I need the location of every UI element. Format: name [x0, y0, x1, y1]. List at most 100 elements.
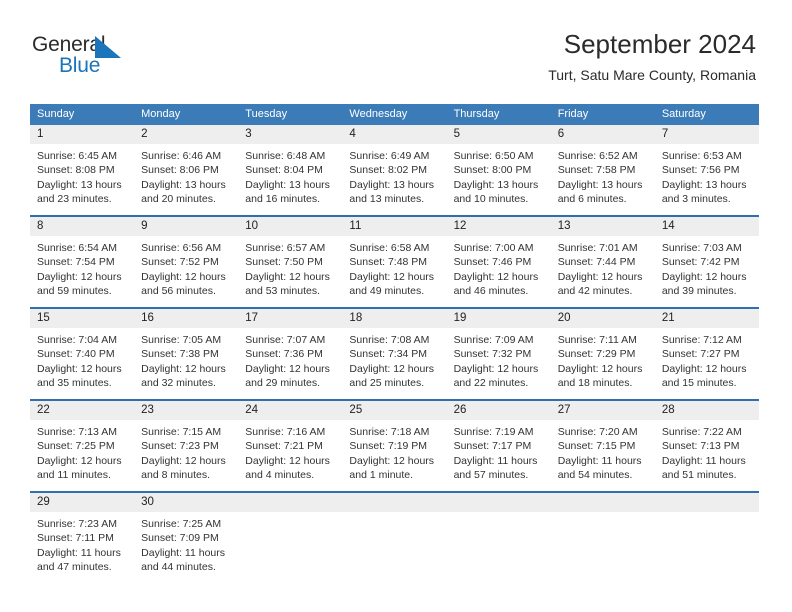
- day-number[interactable]: 26: [447, 401, 551, 420]
- sunrise-text: Sunrise: 6:46 AM: [141, 150, 222, 162]
- sunrise-text: Sunrise: 7:00 AM: [453, 242, 534, 254]
- day-cell[interactable]: Sunrise: 6:48 AM Sunset: 8:04 PM Daylight:…: [238, 144, 342, 215]
- day-number[interactable]: 12: [447, 217, 551, 236]
- daylight-text: Daylight: 12 hours and 59 minutes.: [37, 270, 122, 297]
- general-blue-logo[interactable]: General Blue: [32, 34, 152, 80]
- sunrise-text: Sunrise: 6:58 AM: [349, 242, 430, 254]
- day-number[interactable]: 5: [447, 125, 551, 144]
- day-number[interactable]: 18: [342, 309, 446, 328]
- detail-band: Sunrise: 6:54 AM Sunset: 7:54 PM Daylight:…: [30, 236, 759, 307]
- sunrise-text: Sunrise: 6:56 AM: [141, 242, 222, 254]
- day-number[interactable]: 29: [30, 493, 134, 512]
- day-number[interactable]: 7: [655, 125, 759, 144]
- sunset-text: Sunset: 8:00 PM: [453, 164, 532, 177]
- day-number[interactable]: 2: [134, 125, 238, 144]
- day-cell[interactable]: Sunrise: 7:11 AM Sunset: 7:29 PM Daylight:…: [551, 328, 655, 399]
- day-number[interactable]: 6: [551, 125, 655, 144]
- day-cell[interactable]: Sunrise: 6:45 AM Sunset: 8:08 PM Daylight:…: [30, 144, 134, 215]
- day-cell[interactable]: Sunrise: 6:46 AM Sunset: 8:06 PM Daylight:…: [134, 144, 238, 215]
- day-cell[interactable]: Sunrise: 7:07 AM Sunset: 7:36 PM Daylight:…: [238, 328, 342, 399]
- day-number[interactable]: 30: [134, 493, 238, 512]
- daylight-text: Daylight: 11 hours and 44 minutes.: [141, 546, 225, 573]
- day-cell[interactable]: Sunrise: 7:05 AM Sunset: 7:38 PM Daylight:…: [134, 328, 238, 399]
- day-cell[interactable]: Sunrise: 7:18 AM Sunset: 7:19 PM Daylight:…: [342, 420, 446, 491]
- day-cell[interactable]: Sunrise: 6:49 AM Sunset: 8:02 PM Daylight:…: [342, 144, 446, 215]
- day-cell[interactable]: Sunrise: 7:25 AM Sunset: 7:09 PM Daylight:…: [134, 512, 238, 583]
- day-cell[interactable]: Sunrise: 7:03 AM Sunset: 7:42 PM Daylight:…: [655, 236, 759, 307]
- day-cell[interactable]: Sunrise: 7:22 AM Sunset: 7:13 PM Daylight:…: [655, 420, 759, 491]
- daylight-text: Daylight: 12 hours and 4 minutes.: [245, 454, 330, 481]
- page-header: General Blue September 2024 Turt, Satu M…: [0, 0, 792, 83]
- day-cell[interactable]: Sunrise: 7:13 AM Sunset: 7:25 PM Daylight:…: [30, 420, 134, 491]
- sunset-text: Sunset: 7:50 PM: [245, 256, 323, 269]
- day-cell[interactable]: Sunrise: 7:12 AM Sunset: 7:27 PM Daylight:…: [655, 328, 759, 399]
- sunrise-text: Sunrise: 7:19 AM: [453, 426, 534, 438]
- day-number[interactable]: 16: [134, 309, 238, 328]
- day-number: [238, 493, 342, 512]
- sunset-text: Sunset: 7:09 PM: [141, 532, 219, 545]
- day-number[interactable]: 10: [238, 217, 342, 236]
- day-cell[interactable]: Sunrise: 7:23 AM Sunset: 7:11 PM Daylight:…: [30, 512, 134, 583]
- sunrise-text: Sunrise: 7:23 AM: [37, 518, 117, 530]
- day-cell[interactable]: Sunrise: 7:08 AM Sunset: 7:34 PM Daylight:…: [342, 328, 446, 399]
- day-cell[interactable]: Sunrise: 7:01 AM Sunset: 7:44 PM Daylight:…: [551, 236, 655, 307]
- sunset-text: Sunset: 7:13 PM: [661, 440, 740, 453]
- sunset-text: Sunset: 7:15 PM: [557, 440, 636, 453]
- day-cell[interactable]: Sunrise: 6:58 AM Sunset: 7:48 PM Daylight:…: [342, 236, 446, 307]
- sunset-text: Sunset: 7:36 PM: [245, 348, 323, 361]
- day-number[interactable]: 11: [342, 217, 446, 236]
- calendar-week-row: 8 9 10 11 12 13 14 Sunrise: 6:54 AM Sunset: 7:54…: [30, 215, 759, 307]
- day-cell[interactable]: Sunrise: 6:50 AM Sunset: 8:00 PM Daylight:…: [447, 144, 551, 215]
- detail-band: Sunrise: 7:13 AM Sunset: 7:25 PM Daylight:…: [30, 420, 759, 491]
- day-cell[interactable]: Sunrise: 6:57 AM Sunset: 7:50 PM Daylight:…: [238, 236, 342, 307]
- day-number[interactable]: 17: [238, 309, 342, 328]
- weekday-header-wednesday: Wednesday: [349, 108, 408, 120]
- day-number[interactable]: 3: [238, 125, 342, 144]
- day-number[interactable]: 15: [30, 309, 134, 328]
- day-cell[interactable]: Sunrise: 7:00 AM Sunset: 7:46 PM Daylight:…: [447, 236, 551, 307]
- sunrise-text: Sunrise: 7:08 AM: [349, 334, 430, 346]
- daylight-text: Daylight: 12 hours and 15 minutes.: [661, 362, 747, 389]
- day-number[interactable]: 9: [134, 217, 238, 236]
- daylight-text: Daylight: 13 hours and 10 minutes.: [453, 178, 539, 205]
- day-cell[interactable]: Sunrise: 7:15 AM Sunset: 7:23 PM Daylight:…: [134, 420, 238, 491]
- day-number[interactable]: 20: [551, 309, 655, 328]
- sunset-text: Sunset: 7:52 PM: [141, 256, 219, 269]
- sunrise-text: Sunrise: 7:09 AM: [453, 334, 534, 346]
- day-number[interactable]: 28: [655, 401, 759, 420]
- day-cell[interactable]: Sunrise: 6:52 AM Sunset: 7:58 PM Daylight:…: [551, 144, 655, 215]
- day-cell[interactable]: Sunrise: 7:04 AM Sunset: 7:40 PM Daylight:…: [30, 328, 134, 399]
- day-cell[interactable]: Sunrise: 7:19 AM Sunset: 7:17 PM Daylight:…: [447, 420, 551, 491]
- daylight-text: Daylight: 13 hours and 6 minutes.: [557, 178, 643, 205]
- day-cell[interactable]: Sunrise: 7:16 AM Sunset: 7:21 PM Daylight:…: [238, 420, 342, 491]
- day-number[interactable]: 27: [551, 401, 655, 420]
- day-number[interactable]: 23: [134, 401, 238, 420]
- day-cell[interactable]: Sunrise: 6:53 AM Sunset: 7:56 PM Daylight:…: [655, 144, 759, 215]
- daylight-text: Daylight: 12 hours and 39 minutes.: [661, 270, 747, 297]
- daylight-text: Daylight: 12 hours and 25 minutes.: [349, 362, 435, 389]
- sunset-text: Sunset: 8:06 PM: [141, 164, 219, 177]
- day-number[interactable]: 8: [30, 217, 134, 236]
- day-number[interactable]: 25: [342, 401, 446, 420]
- date-band: 29 30: [30, 493, 759, 512]
- day-cell[interactable]: Sunrise: 6:54 AM Sunset: 7:54 PM Daylight:…: [30, 236, 134, 307]
- day-number: [551, 493, 655, 512]
- day-number[interactable]: 24: [238, 401, 342, 420]
- sunset-text: Sunset: 7:11 PM: [37, 532, 114, 545]
- day-number[interactable]: 1: [30, 125, 134, 144]
- sunrise-text: Sunrise: 7:11 AM: [557, 334, 637, 346]
- day-number[interactable]: 22: [30, 401, 134, 420]
- day-number[interactable]: 19: [447, 309, 551, 328]
- calendar-week-row: 29 30 Sunrise: 7:23 AM Sunset: 7:11 PM Dayli…: [30, 491, 759, 583]
- sunset-text: Sunset: 7:17 PM: [453, 440, 532, 453]
- day-cell[interactable]: Sunrise: 7:09 AM Sunset: 7:32 PM Daylight:…: [447, 328, 551, 399]
- day-number[interactable]: 4: [342, 125, 446, 144]
- calendar-table: Sunday Monday Tuesday Wednesday Thursday…: [30, 104, 759, 583]
- day-cell[interactable]: Sunrise: 6:56 AM Sunset: 7:52 PM Daylight:…: [134, 236, 238, 307]
- day-cell[interactable]: Sunrise: 7:20 AM Sunset: 7:15 PM Daylight:…: [551, 420, 655, 491]
- detail-band: Sunrise: 6:45 AM Sunset: 8:08 PM Daylight:…: [30, 144, 759, 215]
- day-number[interactable]: 13: [551, 217, 655, 236]
- sunrise-text: Sunrise: 7:22 AM: [661, 426, 742, 438]
- day-number[interactable]: 14: [655, 217, 759, 236]
- day-number[interactable]: 21: [655, 309, 759, 328]
